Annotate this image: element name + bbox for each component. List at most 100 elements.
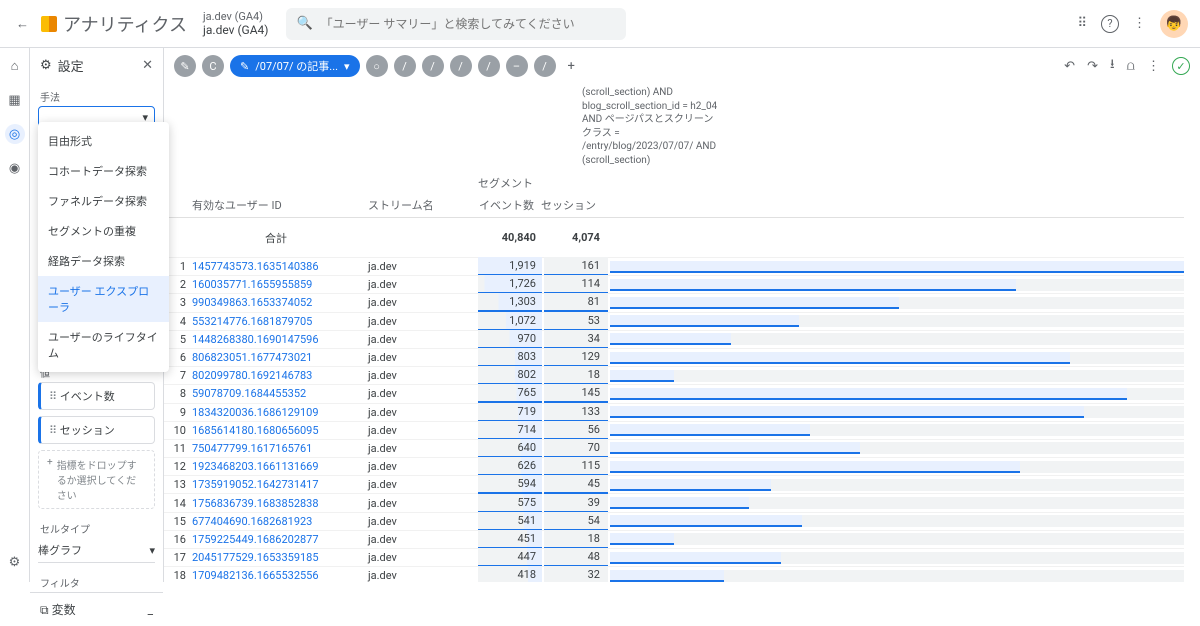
toolbar-icon[interactable]: ↶: [1064, 59, 1075, 74]
back-button[interactable]: ←: [12, 12, 33, 36]
tab-chip[interactable]: C: [202, 55, 224, 77]
session-bar: [610, 279, 1184, 291]
user-id-link[interactable]: 750477799.1617165761: [192, 442, 312, 455]
property-selector[interactable]: ja.dev (GA4) ja.dev (GA4): [203, 10, 268, 38]
tab-chip[interactable]: /: [422, 55, 444, 77]
logo[interactable]: アナリティクス: [41, 11, 187, 37]
nav-explore[interactable]: ◎: [5, 124, 25, 144]
user-id-link[interactable]: 1457743573.1635140386: [192, 260, 319, 273]
events-cell: 970: [478, 330, 542, 349]
sessions-cell: 81: [544, 293, 608, 312]
user-id-link[interactable]: 1448268380.1690147596: [192, 333, 319, 346]
technique-option[interactable]: ユーザーのライフタイム: [38, 322, 169, 368]
technique-option[interactable]: 目由形式: [38, 126, 169, 156]
events-cell: 1,919: [478, 257, 542, 276]
tab-active[interactable]: ✎ /07/07/ の記事... ▾: [230, 55, 360, 77]
col-stream[interactable]: ストリーム名: [368, 197, 478, 213]
user-id-link[interactable]: 553214776.1681879705: [192, 315, 312, 328]
nav-home[interactable]: ⌂: [5, 56, 25, 76]
value-metric-chip[interactable]: ⠿ セッション: [38, 416, 155, 444]
user-id-link[interactable]: 59078709.1684455352: [192, 387, 306, 400]
events-cell: 1,303: [478, 293, 542, 312]
tab-chip[interactable]: /: [450, 55, 472, 77]
value-metric-chip[interactable]: ⠿ イベント数: [38, 382, 155, 410]
toolbar-icon[interactable]: ⩍: [1127, 59, 1135, 74]
technique-option[interactable]: ファネルデータ探索: [38, 186, 169, 216]
user-id-link[interactable]: 1759225449.1686202877: [192, 533, 319, 546]
user-id-link[interactable]: 1735919052.1642731417: [192, 478, 319, 491]
col-user-id[interactable]: 有効なユーザー ID: [192, 197, 360, 213]
technique-label: 手法: [30, 83, 163, 106]
col-events[interactable]: イベント数: [478, 197, 540, 213]
sessions-cell: 133: [544, 403, 608, 422]
user-id-link[interactable]: 990349863.1653374052: [192, 296, 312, 309]
nav-advertising[interactable]: ◉: [5, 158, 25, 178]
help-icon[interactable]: ?: [1101, 15, 1119, 33]
user-id-link[interactable]: 1923468203.1661131669: [192, 460, 319, 473]
session-bar: [610, 261, 1184, 273]
toolbar-icon[interactable]: ⭳: [1110, 55, 1115, 77]
session-bar: [610, 388, 1184, 400]
variables-icon: ⧉: [40, 603, 49, 617]
table-row: 4553214776.1681879705ja.dev1,07253: [164, 313, 1184, 331]
tab-chip[interactable]: /: [394, 55, 416, 77]
search-input[interactable]: [321, 17, 617, 31]
events-cell: 447: [478, 548, 542, 567]
events-cell: 714: [478, 421, 542, 440]
kebab-icon[interactable]: ⋮: [1133, 16, 1146, 31]
nav-reports[interactable]: ▦: [5, 90, 25, 110]
tab-chip[interactable]: /: [534, 55, 556, 77]
tab-chip[interactable]: /: [478, 55, 500, 77]
user-id-link[interactable]: 806823051.1677473021: [192, 351, 312, 364]
technique-option[interactable]: ユーザー エクスプローラ: [38, 276, 169, 322]
user-id-link[interactable]: 677404690.1682681923: [192, 515, 312, 528]
sessions-cell: 32: [544, 566, 608, 582]
user-id-link[interactable]: 1685614180.1680656095: [192, 424, 319, 437]
toolbar-icon[interactable]: ⋮: [1147, 59, 1160, 74]
table-row: 2160035771.1655955859ja.dev1,726114: [164, 276, 1184, 294]
events-cell: 802: [478, 366, 542, 385]
events-cell: 765: [478, 384, 542, 403]
table-row: 15677404690.1682681923ja.dev54154: [164, 513, 1184, 531]
table-row: 141756836739.1683852838ja.dev57539: [164, 494, 1184, 512]
events-cell: 803: [478, 348, 542, 367]
user-id-link[interactable]: 2045177529.1653359185: [192, 551, 319, 564]
edit-icon: ✎: [240, 60, 249, 73]
toolbar-icon[interactable]: ↷: [1087, 59, 1098, 74]
session-bar: [610, 352, 1184, 364]
app-name: アナリティクス: [63, 11, 187, 37]
session-bar: [610, 442, 1184, 454]
user-id-link[interactable]: 160035771.1655955859: [192, 278, 312, 291]
variables-bar[interactable]: ⧉ 変数 _: [30, 592, 163, 626]
nav-admin[interactable]: ⚙: [5, 552, 25, 572]
events-cell: 1,726: [478, 275, 542, 294]
sessions-cell: 39: [544, 494, 608, 513]
tab-chip[interactable]: –: [506, 55, 528, 77]
user-id-link[interactable]: 802099780.1692146783: [192, 369, 312, 382]
user-id-link[interactable]: 1834320036.1686129109: [192, 406, 319, 419]
user-id-link[interactable]: 1709482136.1665532556: [192, 569, 319, 582]
close-icon[interactable]: ✕: [142, 58, 153, 73]
technique-option[interactable]: 経路データ探索: [38, 246, 169, 276]
avatar[interactable]: 👦: [1160, 10, 1188, 38]
total-sessions: 4,074: [544, 229, 608, 246]
table-row: 161759225449.1686202877ja.dev45118: [164, 531, 1184, 549]
tab-chip[interactable]: ✎: [174, 55, 196, 77]
col-sessions[interactable]: セッション: [540, 197, 604, 213]
table-row: 101685614180.1680656095ja.dev71456: [164, 422, 1184, 440]
apps-icon[interactable]: ⠿: [1077, 16, 1087, 31]
segment-condition-text: (scroll_section) ANDblog_scroll_section_…: [582, 86, 782, 167]
sessions-cell: 34: [544, 330, 608, 349]
technique-option[interactable]: コホートデータ探索: [38, 156, 169, 186]
search-box[interactable]: 🔍: [286, 8, 626, 40]
add-tab-button[interactable]: +: [562, 59, 581, 74]
user-id-link[interactable]: 1756836739.1683852838: [192, 497, 319, 510]
technique-option[interactable]: セグメントの重複: [38, 216, 169, 246]
table-row: 91834320036.1686129109ja.dev719133: [164, 404, 1184, 422]
table-row: 3990349863.1653374052ja.dev1,30381: [164, 294, 1184, 312]
tab-chip[interactable]: ○: [366, 55, 388, 77]
session-bar: [610, 297, 1184, 309]
cell-type-select[interactable]: 棒グラフ ▾: [38, 538, 155, 563]
metric-dropzone[interactable]: + 指標をドロップするか選択してください: [38, 450, 155, 509]
sessions-cell: 114: [544, 275, 608, 294]
